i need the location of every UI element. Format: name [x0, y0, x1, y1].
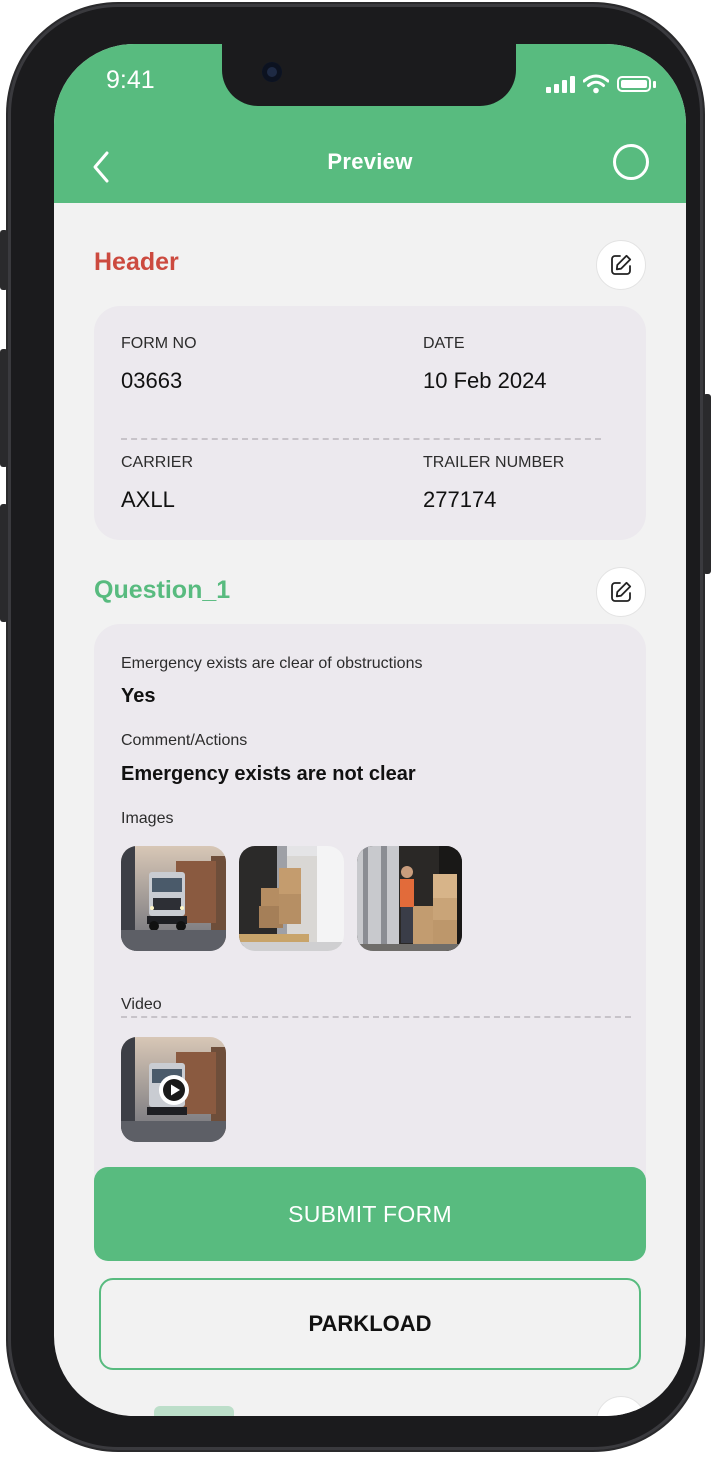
image-thumbnail-warehouse-door[interactable] [239, 846, 344, 951]
submit-form-button[interactable]: SUBMIT FORM [94, 1167, 646, 1261]
video-label: Video [121, 996, 162, 1013]
status-indicator [613, 144, 649, 180]
phone-frame: 9:41 Preview Header FORM NO 03663 DATE 1… [0, 4, 711, 1450]
video-thumbnail[interactable] [121, 1037, 226, 1142]
trailer-number-label: TRAILER NUMBER [423, 454, 565, 471]
question-text: Emergency exists are clear of obstructio… [121, 655, 423, 672]
volume-down-button [0, 504, 8, 622]
image-thumbnail-worker-boxes[interactable] [357, 846, 462, 951]
divider [121, 438, 601, 440]
carrier-label: CARRIER [121, 454, 194, 471]
edit-icon [611, 254, 632, 275]
header-section-title: Header [94, 248, 179, 276]
date-value: 10 Feb 2024 [423, 368, 547, 393]
mute-switch [0, 230, 8, 290]
edit-icon [611, 581, 632, 602]
parkload-button[interactable]: PARKLOAD [99, 1278, 641, 1370]
battery-icon [617, 76, 651, 92]
wifi-icon [583, 74, 609, 94]
comment-value: Emergency exists are not clear [121, 763, 416, 785]
date-label: DATE [423, 335, 465, 352]
play-icon [159, 1075, 189, 1105]
carrier-value: AXLL [121, 487, 175, 512]
edit-question-button[interactable] [596, 567, 646, 617]
power-button [703, 394, 711, 574]
page-title: Preview [327, 149, 413, 174]
cellular-signal-icon [546, 75, 575, 93]
trailer-number-value: 277174 [423, 487, 497, 512]
question-card: Emergency exists are clear of obstructio… [94, 624, 646, 1244]
header-card: FORM NO 03663 DATE 10 Feb 2024 CARRIER A… [94, 306, 646, 540]
status-time: 9:41 [106, 66, 155, 94]
next-section-title-peek [154, 1406, 234, 1416]
video-divider [121, 1016, 631, 1018]
app-screen: 9:41 Preview Header FORM NO 03663 DATE 1… [54, 44, 686, 1416]
front-camera [262, 62, 282, 82]
form-no-value: 03663 [121, 368, 183, 393]
comment-label: Comment/Actions [121, 732, 248, 749]
question-section-title: Question_1 [94, 576, 231, 604]
app-bar: 9:41 Preview [54, 44, 686, 203]
images-label: Images [121, 810, 174, 827]
form-no-label: FORM NO [121, 335, 197, 352]
volume-up-button [0, 349, 8, 467]
next-edit-button-peek [596, 1396, 646, 1416]
image-thumbnail-truck[interactable] [121, 846, 226, 951]
edit-header-button[interactable] [596, 240, 646, 290]
status-icons [546, 74, 656, 94]
battery-tip [653, 80, 656, 88]
answer-value: Yes [121, 685, 156, 707]
